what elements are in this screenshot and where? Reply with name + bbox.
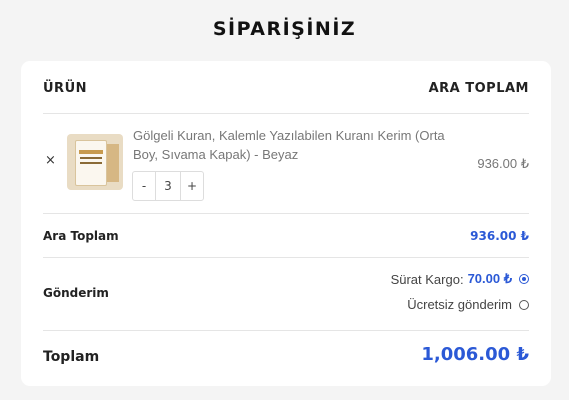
shipping-option-express-label: Sürat Kargo: [390, 271, 464, 287]
page-title: SİPARİŞİNİZ [212, 18, 357, 40]
book-box-image [107, 144, 119, 182]
cart-item-row: × Gölgeli Kuran, Kalemle Yazılabilen Kur… [43, 113, 529, 214]
shipping-label: Gönderim [43, 286, 109, 300]
subtotal-value: 936.00 ₺ [470, 229, 529, 243]
book-cover-image [75, 140, 107, 186]
table-header: ÜRÜN ARA TOPLAM [43, 61, 529, 114]
subtotal-row: Ara Toplam 936.00 ₺ [43, 213, 529, 258]
shipping-option-express-price: 70.00 ₺ [467, 271, 512, 286]
item-price: 936.00 ₺ [477, 156, 529, 171]
quantity-stepper: - 3 + [132, 171, 204, 201]
shipping-radio-express[interactable] [519, 274, 529, 284]
total-label: Toplam [43, 349, 100, 365]
column-product: ÜRÜN [43, 81, 88, 96]
column-subtotal: ARA TOPLAM [428, 81, 529, 96]
shipping-option-free-label: Ücretsiz gönderim [407, 297, 512, 312]
shipping-radio-free[interactable] [519, 299, 529, 310]
remove-item-button[interactable]: × [45, 153, 56, 168]
quantity-input[interactable]: 3 [156, 172, 180, 200]
quantity-increase-button[interactable]: + [180, 172, 203, 200]
shipping-option-express[interactable]: Sürat Kargo: 70.00 ₺ [391, 271, 529, 287]
shipping-option-free[interactable]: Ücretsiz gönderim [407, 297, 529, 312]
subtotal-label: Ara Toplam [43, 229, 119, 243]
product-name-link[interactable]: Gölgeli Kuran, Kalemle Yazılabilen Kuran… [133, 126, 473, 164]
total-row: Toplam 1,006.00 ₺ [43, 330, 529, 386]
quantity-decrease-button[interactable]: - [133, 172, 156, 200]
product-thumbnail[interactable] [67, 134, 123, 190]
shipping-row: Gönderim Sürat Kargo: 70.00 ₺ Ücretsiz g… [43, 257, 529, 331]
total-value: 1,006.00 ₺ [421, 344, 529, 365]
order-summary-card: ÜRÜN ARA TOPLAM × Gölgeli Kuran, Kalemle… [21, 61, 551, 386]
